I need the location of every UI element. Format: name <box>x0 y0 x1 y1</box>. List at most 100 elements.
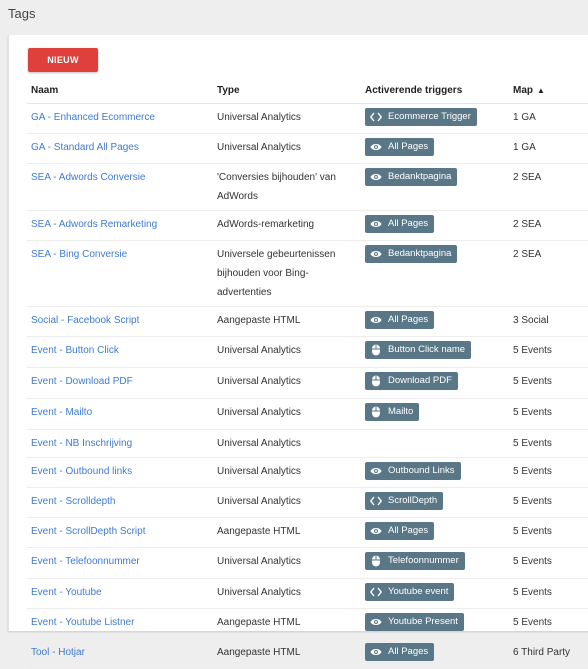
eye-icon <box>370 171 382 183</box>
code-icon <box>370 586 382 598</box>
tag-type-cell: Universal Analytics <box>213 103 361 134</box>
tag-name-cell: Event - NB Inschrijving <box>27 429 213 458</box>
tag-type-cell: Universal Analytics <box>213 457 361 488</box>
column-header-triggers[interactable]: Activerende triggers <box>361 77 509 104</box>
trigger-chip[interactable]: Download PDF <box>365 372 458 390</box>
tag-trigger-cell: Ecommerce Trigger <box>361 103 509 134</box>
trigger-label: All Pages <box>388 141 429 152</box>
tag-name-link[interactable]: SEA - Adwords Conversie <box>31 172 146 183</box>
table-row[interactable]: Event - Telefoonnummer Universal Analytic… <box>27 547 588 579</box>
tag-name-link[interactable]: Event - Scrolldepth <box>31 496 116 507</box>
tag-trigger-cell: Button Click name <box>361 336 509 368</box>
tag-name-link[interactable]: Event - Download PDF <box>31 376 133 387</box>
tag-name-cell: Event - Outbound links <box>27 457 213 488</box>
tag-trigger-cell: Youtube event <box>361 578 509 609</box>
table-row[interactable]: Event - Button Click Universal Analytics B… <box>27 336 588 368</box>
trigger-chip[interactable]: Bedanktpagina <box>365 245 458 263</box>
tag-name-link[interactable]: Event - ScrollDepth Script <box>31 526 146 537</box>
eye-icon <box>370 218 382 230</box>
trigger-chip[interactable]: All Pages <box>365 138 435 156</box>
tag-trigger-cell: Telefoonnummer <box>361 547 509 579</box>
table-row[interactable]: GA - Standard All Pages Universal Analyti… <box>27 133 588 164</box>
eye-icon <box>370 314 382 326</box>
tag-type-cell: Universal Analytics <box>213 133 361 164</box>
tag-trigger-cell: Bedanktpagina <box>361 163 509 211</box>
trigger-chip[interactable]: Outbound Links <box>365 462 461 480</box>
tag-name-cell: Event - ScrollDepth Script <box>27 517 213 548</box>
tag-name-link[interactable]: Event - Mailto <box>31 407 92 418</box>
trigger-chip[interactable]: Bedanktpagina <box>365 168 458 186</box>
tag-name-cell: SEA - Adwords Conversie <box>27 163 213 211</box>
sort-ascending-icon[interactable]: ▲ <box>537 86 545 95</box>
trigger-chip[interactable]: Telefoonnummer <box>365 552 465 570</box>
table-row[interactable]: Event - ScrollDepth Script Aangepaste HTM… <box>27 517 588 548</box>
tag-folder-cell: 5 Events <box>509 608 588 639</box>
tag-type-cell: Universele gebeurtenissen bijhouden voor… <box>213 240 361 307</box>
trigger-chip[interactable]: Youtube event <box>365 583 455 601</box>
eye-icon <box>370 465 382 477</box>
tag-trigger-cell: Mailto <box>361 398 509 430</box>
table-row[interactable]: Event - Outbound links Universal Analytic… <box>27 457 588 488</box>
mouse-icon <box>370 344 382 356</box>
tag-name-cell: Social - Facebook Script <box>27 306 213 337</box>
trigger-chip[interactable]: Youtube Present <box>365 613 464 631</box>
table-row[interactable]: Event - NB Inschrijving Universal Analyti… <box>27 429 588 458</box>
tag-type-cell: Universal Analytics <box>213 578 361 609</box>
table-row[interactable]: Event - Youtube Universal Analytics Youtub… <box>27 578 588 609</box>
tag-name-cell: Event - Download PDF <box>27 367 213 399</box>
trigger-chip[interactable]: All Pages <box>365 643 435 661</box>
tag-name-link[interactable]: Tool - Hotjar <box>31 647 85 658</box>
table-row[interactable]: Tool - Hotjar Aangepaste HTML All Pages 6 T… <box>27 638 588 669</box>
tag-trigger-cell: All Pages <box>361 638 509 669</box>
trigger-chip[interactable]: Ecommerce Trigger <box>365 108 477 126</box>
tag-trigger-cell: Bedanktpagina <box>361 240 509 307</box>
tag-name-link[interactable]: Event - NB Inschrijving <box>31 438 132 449</box>
tag-name-cell: SEA - Bing Conversie <box>27 240 213 307</box>
mouse-icon <box>370 375 382 387</box>
tag-name-link[interactable]: SEA - Adwords Remarketing <box>31 219 157 230</box>
trigger-chip[interactable]: All Pages <box>365 522 435 540</box>
trigger-chip[interactable]: All Pages <box>365 311 435 329</box>
table-row[interactable]: SEA - Bing Conversie Universele gebeurten… <box>27 240 588 307</box>
table-row[interactable]: Event - Youtube Listner Aangepaste HTML Yo… <box>27 608 588 639</box>
table-row[interactable]: Social - Facebook Script Aangepaste HTML A… <box>27 306 588 337</box>
column-header-name[interactable]: Naam <box>27 77 213 104</box>
column-header-type[interactable]: Type <box>213 77 361 104</box>
table-row[interactable]: GA - Enhanced Ecommerce Universal Analyti… <box>27 103 588 134</box>
tag-name-link[interactable]: GA - Standard All Pages <box>31 142 139 153</box>
tag-type-cell: AdWords-remarketing <box>213 210 361 241</box>
tag-name-link[interactable]: Event - Button Click <box>31 345 119 356</box>
tag-folder-cell: 2 SEA <box>509 240 588 307</box>
tag-name-cell: Event - Telefoonnummer <box>27 547 213 579</box>
table-row[interactable]: SEA - Adwords Remarketing AdWords-remarke… <box>27 210 588 241</box>
table-row[interactable]: SEA - Adwords Conversie 'Conversies bijho… <box>27 163 588 211</box>
tag-type-cell: Universal Analytics <box>213 487 361 518</box>
trigger-chip[interactable]: Button Click name <box>365 341 472 359</box>
tag-folder-cell: 5 Events <box>509 398 588 430</box>
trigger-label: Bedanktpagina <box>388 248 452 259</box>
trigger-chip[interactable]: Mailto <box>365 403 420 421</box>
table-row[interactable]: Event - Download PDF Universal Analytics D… <box>27 367 588 399</box>
tag-name-link[interactable]: GA - Enhanced Ecommerce <box>31 112 155 123</box>
trigger-chip[interactable]: All Pages <box>365 215 435 233</box>
tag-folder-cell: 6 Third Party <box>509 638 588 669</box>
tag-name-link[interactable]: Event - Telefoonnummer <box>31 556 140 567</box>
code-icon <box>370 111 382 123</box>
tag-name-link[interactable]: SEA - Bing Conversie <box>31 249 127 260</box>
trigger-label: Youtube Present <box>388 616 458 627</box>
tag-folder-cell: 2 SEA <box>509 210 588 241</box>
table-row[interactable]: Event - Mailto Universal Analytics Mailto 5… <box>27 398 588 430</box>
tag-trigger-cell: All Pages <box>361 306 509 337</box>
table-row[interactable]: Event - Scrolldepth Universal Analytics Sc… <box>27 487 588 518</box>
mouse-icon <box>370 555 382 567</box>
new-tag-button[interactable]: NIEUW <box>28 48 98 72</box>
column-header-folder[interactable]: Map ▲ <box>509 77 588 104</box>
tag-name-link[interactable]: Event - Outbound links <box>31 466 132 477</box>
tag-name-link[interactable]: Social - Facebook Script <box>31 315 139 326</box>
tag-trigger-cell: All Pages <box>361 133 509 164</box>
trigger-chip[interactable]: ScrollDepth <box>365 492 444 510</box>
tag-name-link[interactable]: Event - Youtube Listner <box>31 617 134 628</box>
tag-name-link[interactable]: Event - Youtube <box>31 587 102 598</box>
eye-icon <box>370 248 382 260</box>
trigger-label: Ecommerce Trigger <box>388 111 471 122</box>
